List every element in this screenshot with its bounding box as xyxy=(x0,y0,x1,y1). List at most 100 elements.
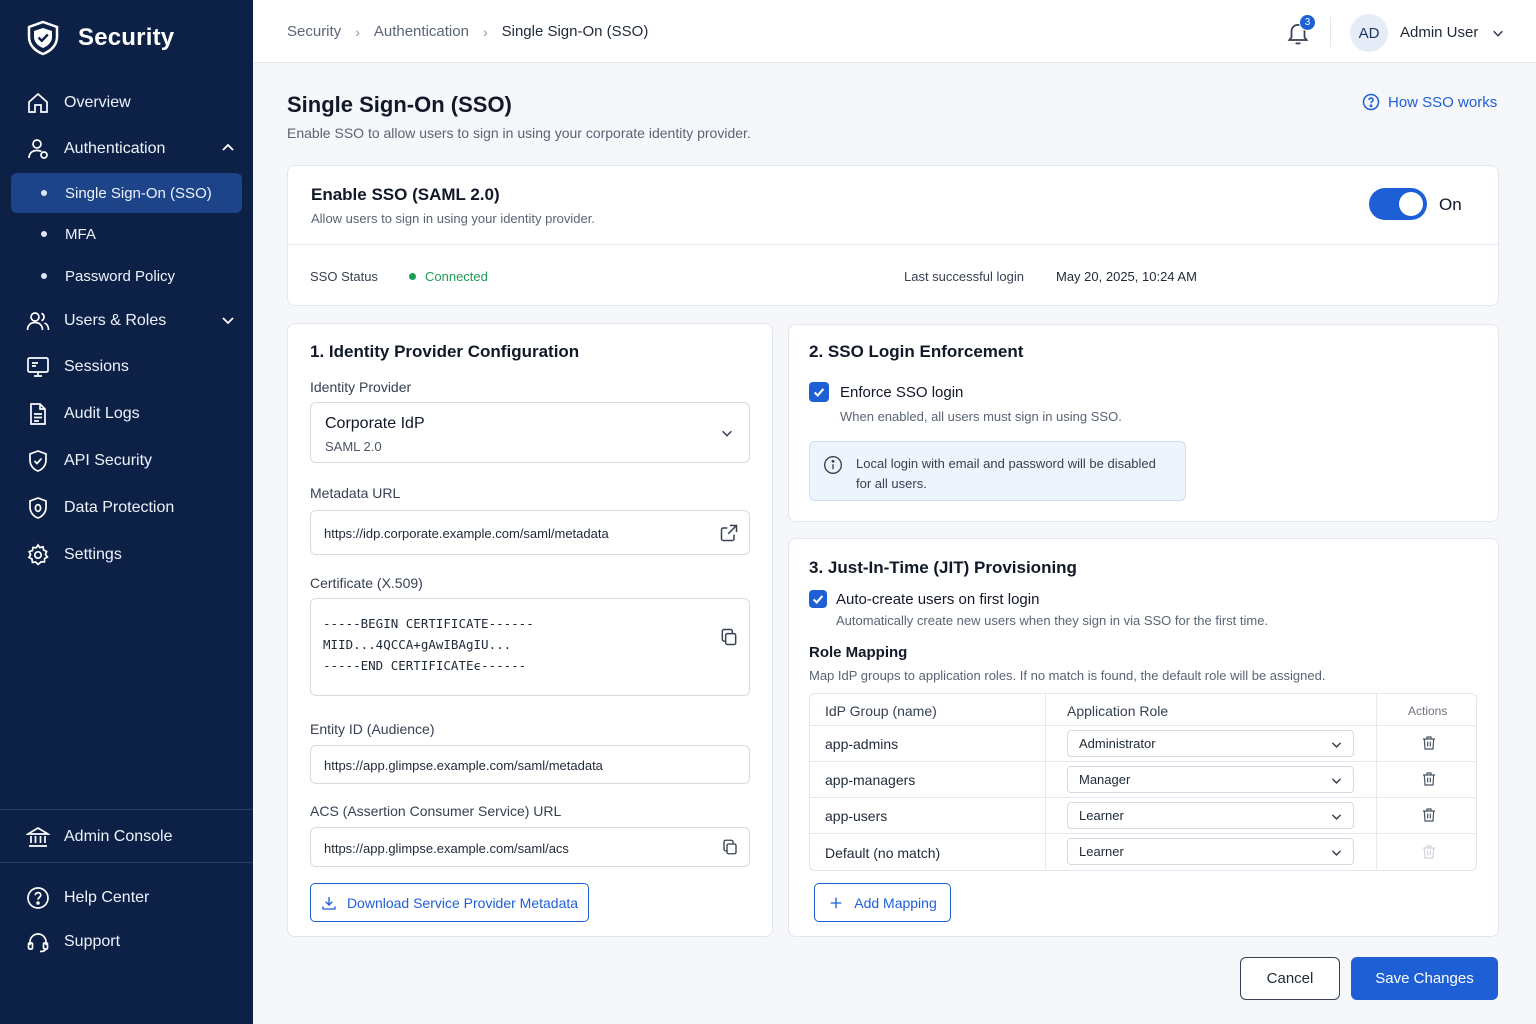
identity-provider-select[interactable]: Corporate IdP SAML 2.0 xyxy=(310,402,750,463)
row-divider xyxy=(810,833,1476,834)
how-sso-works-label: How SSO works xyxy=(1388,93,1498,111)
brand[interactable]: Security xyxy=(26,20,174,56)
sidebar-item-label: Data Protection xyxy=(64,499,175,516)
role-select[interactable]: Administrator xyxy=(1067,730,1354,757)
sidebar-item-label: Help Center xyxy=(64,889,150,906)
role-select-value: Manager xyxy=(1079,772,1131,787)
trash-icon[interactable] xyxy=(1421,771,1437,787)
sidebar-item-overview[interactable]: Overview xyxy=(26,91,236,115)
jit-provisioning-title: 3. Just-In-Time (JIT) Provisioning xyxy=(809,558,1077,577)
last-login-value: May 20, 2025, 10:24 AM xyxy=(1056,269,1197,284)
user-icon xyxy=(28,139,48,159)
metadata-url-input[interactable]: https://idp.corporate.example.com/saml/m… xyxy=(310,510,750,555)
acs-url-input[interactable]: https://app.glimpse.example.com/saml/acs xyxy=(310,827,750,867)
entity-id-input[interactable]: https://app.glimpse.example.com/saml/met… xyxy=(310,745,750,784)
role-mapping-table: IdP Group (name) Application Role Action… xyxy=(809,693,1477,871)
shield-logo-icon xyxy=(27,20,59,56)
column-divider xyxy=(1045,694,1046,870)
how-sso-works-link[interactable]: How SSO works xyxy=(1362,93,1497,111)
copy-icon[interactable] xyxy=(719,627,739,647)
sidebar-item-support[interactable]: Support xyxy=(26,930,236,954)
column-header-actions: Actions xyxy=(1408,704,1448,718)
sidebar-item-label: Admin Console xyxy=(64,828,173,845)
idp-config-title: 1. Identity Provider Configuration xyxy=(310,342,580,361)
save-changes-button[interactable]: Save Changes xyxy=(1351,957,1498,1000)
home-icon xyxy=(28,92,48,113)
page-title: Single Sign-On (SSO) xyxy=(287,92,512,117)
sidebar-subitem-password-policy[interactable]: Password Policy xyxy=(11,256,242,296)
sidebar-item-admin-console[interactable]: Admin Console xyxy=(26,825,236,849)
identity-provider-type: SAML 2.0 xyxy=(325,439,382,454)
auto-create-users-label[interactable]: Auto-create users on first login xyxy=(836,591,1039,608)
column-header-application-role: Application Role xyxy=(1067,703,1169,719)
role-select-value: Learner xyxy=(1079,808,1124,823)
sidebar-item-data-protection[interactable]: Data Protection xyxy=(26,496,236,520)
enforcement-info-box: Local login with email and password will… xyxy=(809,441,1186,501)
copy-icon[interactable] xyxy=(721,838,739,856)
download-sp-metadata-button[interactable]: Download Service Provider Metadata xyxy=(310,883,589,922)
row-divider xyxy=(810,725,1476,726)
certificate-textarea[interactable]: -----BEGIN CERTIFICATE------ MIID...4QCC… xyxy=(310,598,750,696)
role-select[interactable]: Manager xyxy=(1067,766,1354,793)
sidebar-divider xyxy=(0,809,253,810)
enforcement-info-text: Local login with email and password will… xyxy=(856,454,1156,494)
identity-provider-label: Identity Provider xyxy=(310,379,412,395)
table-row-group: app-users xyxy=(825,808,888,824)
trash-icon[interactable] xyxy=(1421,807,1437,823)
enforce-sso-label[interactable]: Enforce SSO login xyxy=(840,384,963,401)
external-link-icon[interactable] xyxy=(719,523,739,543)
sso-toggle[interactable] xyxy=(1369,188,1427,220)
column-divider xyxy=(1376,694,1377,870)
metadata-url-label: Metadata URL xyxy=(310,485,401,501)
role-select[interactable]: Learner xyxy=(1067,838,1354,865)
breadcrumb: Security › Authentication › Single Sign-… xyxy=(287,23,648,40)
sidebar-subitem-label: Single Sign-On (SSO) xyxy=(65,184,212,202)
header-divider xyxy=(1330,17,1331,47)
chevron-down-icon[interactable] xyxy=(1491,26,1505,40)
chevron-down-icon xyxy=(1331,814,1342,820)
breadcrumb-item-authentication[interactable]: Authentication xyxy=(374,23,469,40)
sidebar-item-label: Settings xyxy=(64,546,122,563)
sidebar-item-label: Audit Logs xyxy=(64,405,140,422)
sidebar-item-help-center[interactable]: Help Center xyxy=(26,886,236,910)
enforce-sso-checkbox[interactable] xyxy=(809,382,829,402)
bullet-icon xyxy=(41,190,47,196)
sidebar-item-label: Support xyxy=(64,933,121,950)
chevron-right-icon: › xyxy=(482,23,488,40)
sidebar-item-users-roles[interactable]: Users & Roles xyxy=(26,309,236,333)
sidebar-item-label: Sessions xyxy=(64,358,129,375)
last-login-label: Last successful login xyxy=(904,269,1024,284)
auto-create-users-checkbox[interactable] xyxy=(809,590,827,608)
document-icon xyxy=(30,403,46,425)
sidebar-item-settings[interactable]: Settings xyxy=(26,543,236,567)
trash-icon[interactable] xyxy=(1421,735,1437,751)
avatar[interactable]: AD xyxy=(1350,14,1388,52)
role-select[interactable]: Learner xyxy=(1067,802,1354,829)
certificate-line: -----END CERTIFICATEϵ------ xyxy=(323,658,527,673)
breadcrumb-item-security[interactable]: Security xyxy=(287,23,341,40)
monitor-icon xyxy=(27,357,49,377)
plus-icon xyxy=(830,897,842,908)
user-name[interactable]: Admin User xyxy=(1400,24,1478,41)
enable-sso-title: Enable SSO (SAML 2.0) xyxy=(311,185,500,204)
chevron-up-icon[interactable] xyxy=(220,140,236,156)
sidebar-item-authentication[interactable]: Authentication xyxy=(26,137,236,161)
info-text-line: for all users. xyxy=(856,476,927,491)
bullet-icon xyxy=(41,231,47,237)
sidebar-subitem-mfa[interactable]: MFA xyxy=(11,214,242,254)
table-row-group: Default (no match) xyxy=(825,845,941,861)
sidebar-item-label: Overview xyxy=(64,94,131,111)
sidebar-item-label: API Security xyxy=(64,452,153,469)
cancel-button[interactable]: Cancel xyxy=(1240,957,1340,1000)
sidebar-subitem-sso[interactable]: Single Sign-On (SSO) xyxy=(11,173,242,213)
chevron-down-icon[interactable] xyxy=(220,312,236,328)
role-select-value: Learner xyxy=(1079,844,1124,859)
trash-icon-disabled xyxy=(1423,845,1435,859)
sidebar-item-sessions[interactable]: Sessions xyxy=(26,355,236,379)
sidebar-item-audit-logs[interactable]: Audit Logs xyxy=(26,402,236,426)
sidebar-item-api-security[interactable]: API Security xyxy=(26,449,236,473)
chevron-down-icon xyxy=(722,430,732,437)
column-header-idp-group: IdP Group (name) xyxy=(825,703,937,719)
add-mapping-button[interactable]: Add Mapping xyxy=(814,883,951,922)
checkmark-icon xyxy=(813,388,825,398)
